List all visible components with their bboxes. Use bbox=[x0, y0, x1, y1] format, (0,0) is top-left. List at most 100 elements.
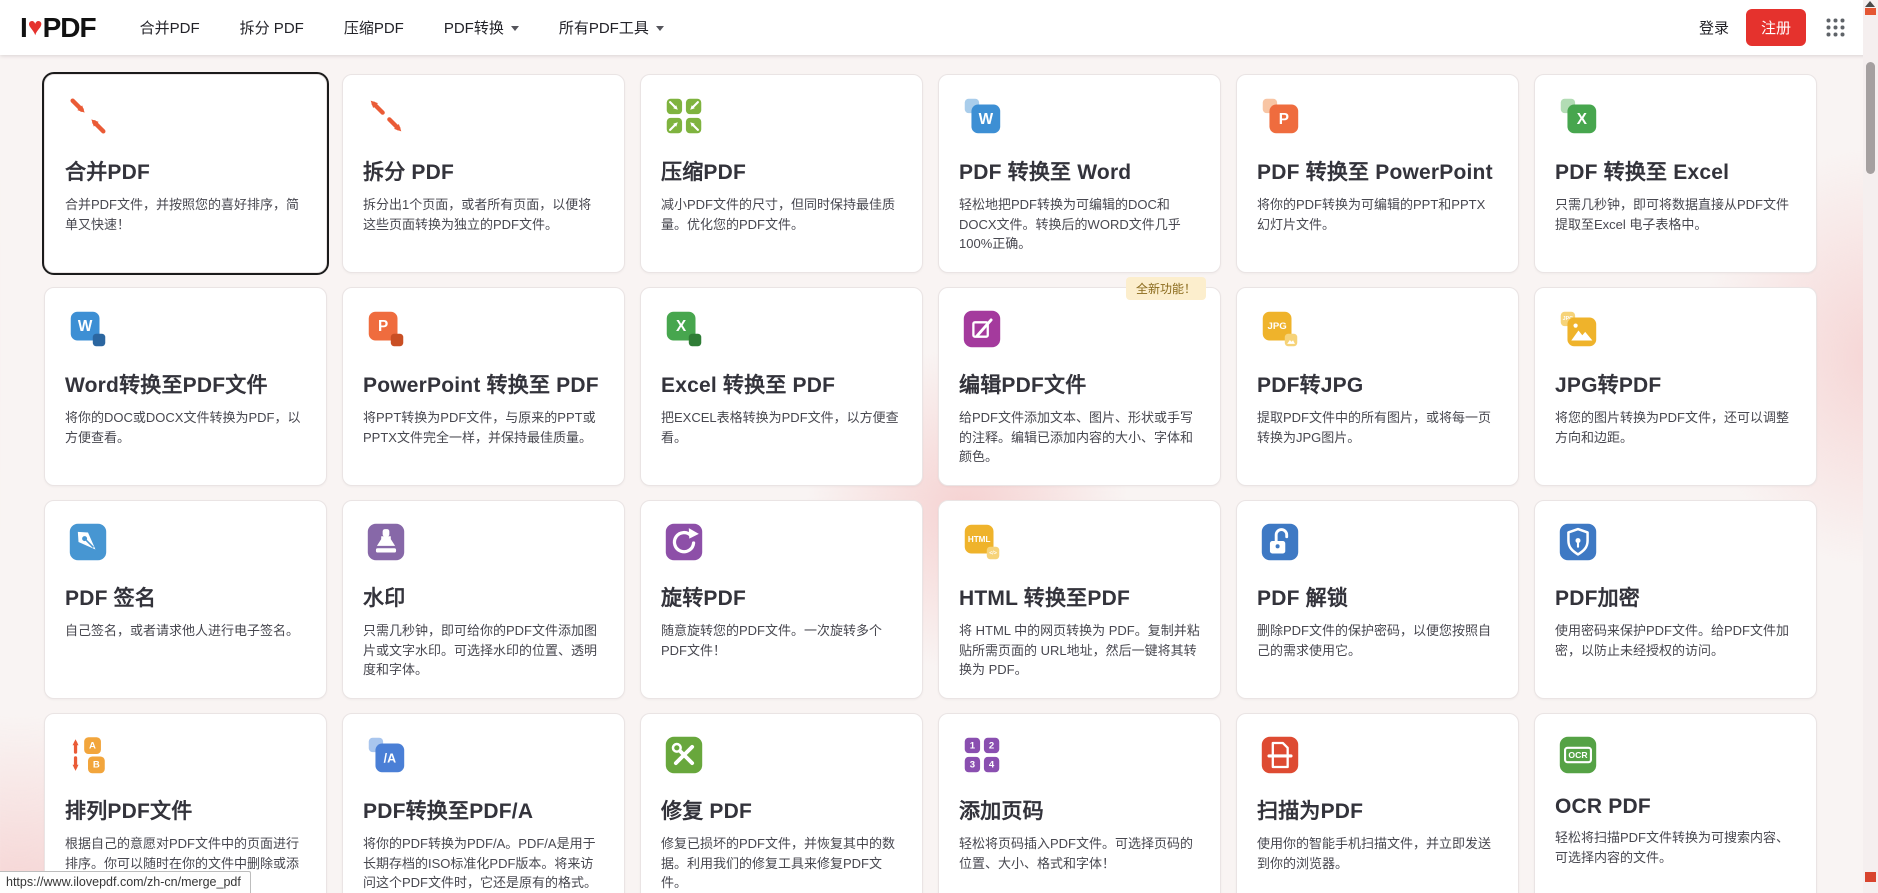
svg-text:/A: /A bbox=[384, 751, 396, 765]
tool-card-ocr-pdf[interactable]: OCR OCR PDF 轻松将扫描PDF文件转换为可搜索内容、可选择内容的文件。 bbox=[1534, 713, 1817, 893]
tool-card-watermark[interactable]: 水印 只需几秒钟，即可给你的PDF文件添加图片或文字水印。可选择水印的位置、透明… bbox=[342, 500, 625, 699]
tool-title: Word转换至PDF文件 bbox=[65, 369, 306, 399]
nav-item-compress[interactable]: 压缩PDF bbox=[344, 17, 404, 38]
tool-card-protect-pdf[interactable]: PDF加密 使用密码来保护PDF文件。给PDF文件加密，以防止未经授权的访问。 bbox=[1534, 500, 1817, 699]
status-bar-url: https://www.ilovepdf.com/zh-cn/merge_pdf bbox=[6, 875, 241, 889]
scrollbar[interactable] bbox=[1863, 0, 1878, 893]
split-arrows-icon bbox=[363, 93, 604, 145]
nav-item-split-label: 拆分 PDF bbox=[240, 17, 304, 38]
tool-title: 添加页码 bbox=[959, 795, 1200, 825]
tool-description: 把EXCEL表格转换为PDF文件，以方便查看。 bbox=[661, 408, 902, 447]
logo[interactable]: I ♥ PDF bbox=[20, 12, 96, 44]
tool-card-merge-pdf[interactable]: 合并PDF 合并PDF文件，并按照您的喜好排序，简单又快速！ bbox=[44, 74, 327, 273]
nav-item-convert[interactable]: PDF转换 bbox=[444, 17, 519, 38]
tool-title: 扫描为PDF bbox=[1257, 795, 1498, 825]
tool-title: OCR PDF bbox=[1555, 795, 1796, 819]
tool-description: 拆分出1个页面，或者所有页面，以便将这些页面转换为独立的PDF文件。 bbox=[363, 195, 604, 234]
svg-text:OCR: OCR bbox=[1568, 750, 1588, 760]
tool-card-rotate-pdf[interactable]: 旋转PDF 随意旋转您的PDF文件。一次旋转多个PDF文件！ bbox=[640, 500, 923, 699]
tool-description: 将你的PDF转换为可编辑的PPT和PPTX幻灯片文件。 bbox=[1257, 195, 1498, 234]
tool-description: 轻松地把PDF转换为可编辑的DOC和DOCX文件。转换后的WORD文件几乎100… bbox=[959, 195, 1200, 254]
logo-text-pdf: PDF bbox=[43, 12, 96, 44]
svg-text:P: P bbox=[378, 318, 388, 335]
nav-right: 登录 注册 bbox=[1699, 9, 1848, 46]
tool-description: 根据自己的意愿对PDF文件中的页面进行排序。你可以随时在你的文件中删除或添 bbox=[65, 834, 306, 873]
svg-text:A: A bbox=[89, 740, 96, 751]
tool-card-sign-pdf[interactable]: PDF 签名 自己签名，或者请求他人进行电子签名。 bbox=[44, 500, 327, 699]
tool-card-powerpoint-to-pdf[interactable]: P PowerPoint 转换至 PDF 将PPT转换为PDF文件，与原来的PP… bbox=[342, 287, 625, 486]
svg-text:4: 4 bbox=[989, 760, 995, 771]
nav-item-merge[interactable]: 合并PDF bbox=[140, 17, 200, 38]
tool-description: 使用密码来保护PDF文件。给PDF文件加密，以防止未经授权的访问。 bbox=[1555, 621, 1796, 660]
tool-card-unlock-pdf[interactable]: PDF 解锁 删除PDF文件的保护密码，以便您按照自己的需求使用它。 bbox=[1236, 500, 1519, 699]
html-to-pdf-icon: HTML</> bbox=[959, 519, 1200, 571]
register-button[interactable]: 注册 bbox=[1746, 9, 1806, 46]
tool-card-compress-pdf[interactable]: 压缩PDF 减小PDF文件的尺寸，但同时保持最佳质量。优化您的PDF文件。 bbox=[640, 74, 923, 273]
tool-card-jpg-to-pdf[interactable]: JPG JPG转PDF 将您的图片转换为PDF文件，还可以调整方向和边距。 bbox=[1534, 287, 1817, 486]
tool-description: 将PPT转换为PDF文件，与原来的PPT或PPTX文件完全一样，并保持最佳质量。 bbox=[363, 408, 604, 447]
tool-title: JPG转PDF bbox=[1555, 369, 1796, 399]
tool-description: 删除PDF文件的保护密码，以便您按照自己的需求使用它。 bbox=[1257, 621, 1498, 660]
svg-text:B: B bbox=[93, 760, 100, 771]
tool-description: 给PDF文件添加文本、图片、形状或手写的注释。编辑已添加内容的大小、字体和颜色。 bbox=[959, 408, 1200, 467]
scan-to-pdf-icon bbox=[1257, 732, 1498, 784]
edit-pdf-icon bbox=[959, 306, 1200, 358]
unlock-pdf-icon bbox=[1257, 519, 1498, 571]
tool-title: PDF加密 bbox=[1555, 582, 1796, 612]
tool-card-scan-to-pdf[interactable]: 扫描为PDF 使用你的智能手机扫描文件，并立即发送到你的浏览器。 bbox=[1236, 713, 1519, 893]
scrollbar-marker-bottom bbox=[1865, 872, 1876, 882]
tool-title: HTML 转换至PDF bbox=[959, 582, 1200, 612]
tool-card-repair-pdf[interactable]: 修复 PDF 修复已损坏的PDF文件，并恢复其中的数据。利用我们的修复工具来修复… bbox=[640, 713, 923, 893]
tool-title: PDF 转换至 Word bbox=[959, 156, 1200, 186]
scrollbar-up-arrow[interactable] bbox=[1865, 1, 1875, 7]
apps-grid-icon[interactable] bbox=[1823, 15, 1848, 40]
pdf-to-excel-icon: X bbox=[1555, 93, 1796, 145]
rotate-pdf-icon bbox=[661, 519, 902, 571]
chevron-down-icon bbox=[511, 26, 519, 31]
ocr-pdf-icon: OCR bbox=[1555, 732, 1796, 784]
tool-description: 只需几秒钟，即可将数据直接从PDF文件提取至Excel 电子表格中。 bbox=[1555, 195, 1796, 234]
tool-card-split-pdf[interactable]: 拆分 PDF 拆分出1个页面，或者所有页面，以便将这些页面转换为独立的PDF文件… bbox=[342, 74, 625, 273]
tool-description: 使用你的智能手机扫描文件，并立即发送到你的浏览器。 bbox=[1257, 834, 1498, 873]
scrollbar-marker-top bbox=[1865, 8, 1876, 15]
tool-card-html-to-pdf[interactable]: HTML</> HTML 转换至PDF 将 HTML 中的网页转换为 PDF。复… bbox=[938, 500, 1221, 699]
tool-title: PDF 签名 bbox=[65, 582, 306, 612]
merge-arrows-icon bbox=[65, 93, 306, 145]
tool-description: 将您的图片转换为PDF文件，还可以调整方向和边距。 bbox=[1555, 408, 1796, 447]
login-link[interactable]: 登录 bbox=[1699, 17, 1729, 38]
tool-title: PDF 转换至 Excel bbox=[1555, 156, 1796, 186]
repair-pdf-icon bbox=[661, 732, 902, 784]
content: 合并PDF 合并PDF文件，并按照您的喜好排序，简单又快速！ 拆分 PDF 拆分… bbox=[0, 55, 1861, 893]
tool-card-pdf-to-powerpoint[interactable]: P PDF 转换至 PowerPoint 将你的PDF转换为可编辑的PPT和PP… bbox=[1236, 74, 1519, 273]
tool-card-pdf-to-word[interactable]: W PDF 转换至 Word 轻松地把PDF转换为可编辑的DOC和DOCX文件。… bbox=[938, 74, 1221, 273]
sign-pdf-icon bbox=[65, 519, 306, 571]
nav-item-merge-label: 合并PDF bbox=[140, 17, 200, 38]
excel-to-pdf-icon: X bbox=[661, 306, 902, 358]
tool-card-excel-to-pdf[interactable]: X Excel 转换至 PDF 把EXCEL表格转换为PDF文件，以方便查看。 bbox=[640, 287, 923, 486]
scrollbar-thumb[interactable] bbox=[1866, 62, 1875, 174]
svg-text:2: 2 bbox=[989, 740, 994, 751]
tool-card-pdf-to-jpg[interactable]: JPG PDF转JPG 提取PDF文件中的所有图片，或将每一页转换为JPG图片。 bbox=[1236, 287, 1519, 486]
svg-text:HTML: HTML bbox=[968, 535, 991, 544]
tool-description: 提取PDF文件中的所有图片，或将每一页转换为JPG图片。 bbox=[1257, 408, 1498, 447]
tool-card-pdf-to-pdfa[interactable]: /A PDF转换至PDF/A 将你的PDF转换为PDF/A。PDF/A是用于长期… bbox=[342, 713, 625, 893]
tool-card-edit-pdf[interactable]: 全新功能！ 编辑PDF文件 给PDF文件添加文本、图片、形状或手写的注释。编辑已… bbox=[938, 287, 1221, 486]
tool-card-pdf-to-excel[interactable]: X PDF 转换至 Excel 只需几秒钟，即可将数据直接从PDF文件提取至Ex… bbox=[1534, 74, 1817, 273]
organize-pdf-icon: AB bbox=[65, 732, 306, 784]
nav-item-split[interactable]: 拆分 PDF bbox=[240, 17, 304, 38]
page-numbers-icon: 1234 bbox=[959, 732, 1200, 784]
tool-card-organize-pdf[interactable]: AB 排列PDF文件 根据自己的意愿对PDF文件中的页面进行排序。你可以随时在你… bbox=[44, 713, 327, 893]
tool-title: 旋转PDF bbox=[661, 582, 902, 612]
heart-icon: ♥ bbox=[28, 13, 42, 42]
nav-item-all-tools[interactable]: 所有PDF工具 bbox=[559, 17, 664, 38]
tool-card-word-to-pdf[interactable]: W Word转换至PDF文件 将你的DOC或DOCX文件转换为PDF，以方便查看… bbox=[44, 287, 327, 486]
tool-description: 只需几秒钟，即可给你的PDF文件添加图片或文字水印。可选择水印的位置、透明度和字… bbox=[363, 621, 604, 680]
tool-title: PDF 解锁 bbox=[1257, 582, 1498, 612]
pdf-to-word-icon: W bbox=[959, 93, 1200, 145]
tool-card-page-numbers[interactable]: 1234 添加页码 轻松将页码插入PDF文件。可选择页码的位置、大小、格式和字体… bbox=[938, 713, 1221, 893]
svg-text:X: X bbox=[1577, 111, 1588, 128]
status-bar: https://www.ilovepdf.com/zh-cn/merge_pdf bbox=[0, 871, 251, 893]
tool-description: 减小PDF文件的尺寸，但同时保持最佳质量。优化您的PDF文件。 bbox=[661, 195, 902, 234]
svg-text:JPG: JPG bbox=[1268, 321, 1287, 332]
protect-pdf-icon bbox=[1555, 519, 1796, 571]
